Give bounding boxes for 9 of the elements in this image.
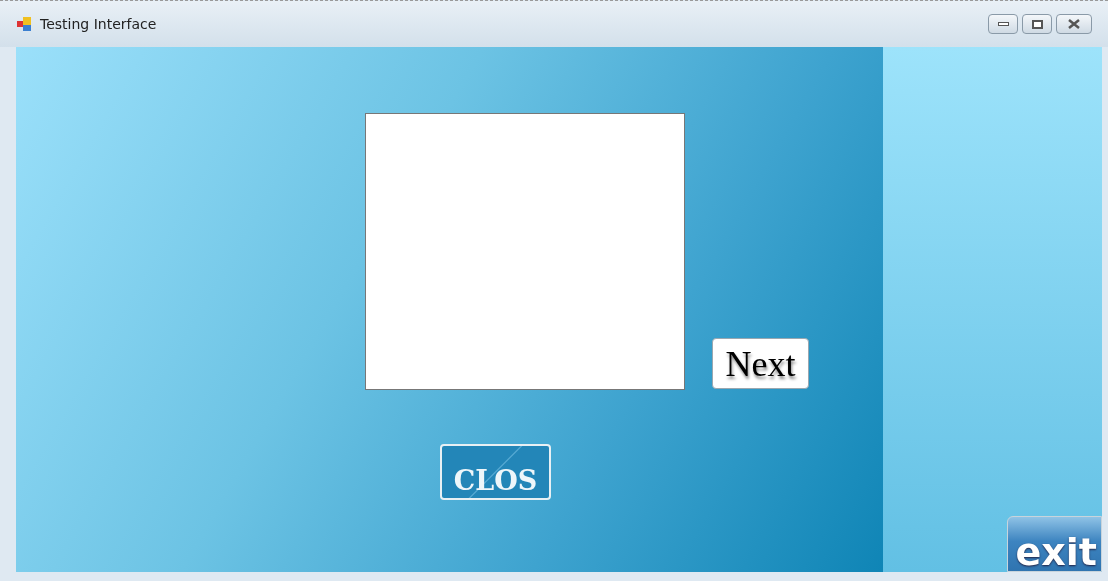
close-icon	[1068, 19, 1080, 29]
clos-button[interactable]: CLOS	[440, 444, 551, 500]
exit-button[interactable]: exit	[1007, 516, 1102, 572]
maximize-button[interactable]	[1022, 14, 1052, 34]
window-title: Testing Interface	[40, 14, 157, 34]
close-button[interactable]	[1056, 14, 1092, 34]
app-icon	[16, 16, 32, 32]
minimize-button[interactable]	[988, 14, 1018, 34]
next-button[interactable]: Next	[712, 338, 809, 389]
